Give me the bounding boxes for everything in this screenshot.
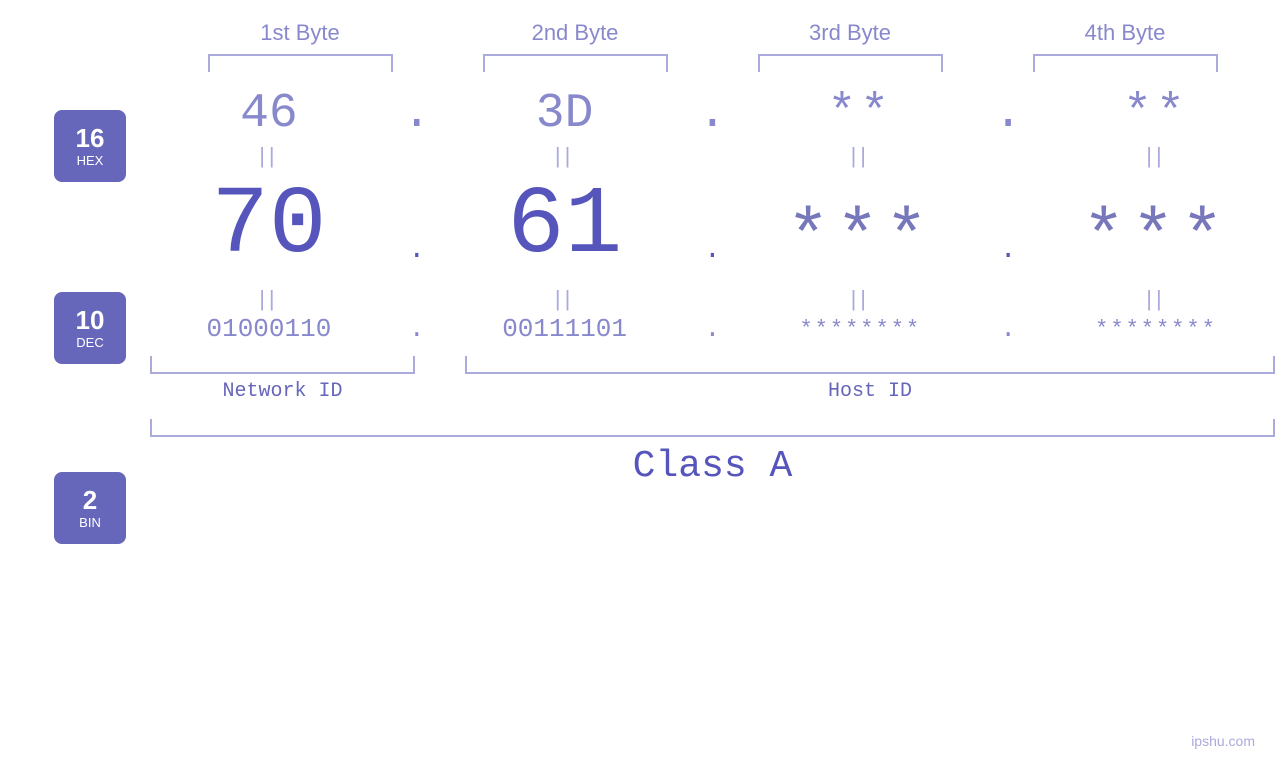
top-brackets — [163, 54, 1263, 72]
dec-b2: 61 — [455, 171, 675, 280]
dec-b3: *** — [750, 198, 970, 280]
dec-dot1: . — [397, 235, 437, 280]
class-label-row: Class A — [150, 445, 1275, 488]
hex-badge-label: HEX — [77, 153, 104, 168]
bin-b4: ******** — [1046, 317, 1266, 342]
hex-dot1: . — [397, 87, 437, 141]
hex-row: 46 . 3D . ** . ** — [140, 87, 1285, 141]
hex-b2: 3D — [455, 87, 675, 141]
bin-badge: 2 BIN — [54, 472, 126, 544]
bottom-bracket-area: Network ID Host ID — [140, 356, 1285, 403]
main-area: 16 HEX 10 DEC 2 BIN 46 . — [0, 82, 1285, 544]
equals-row-1: || || || || — [140, 141, 1285, 171]
eq2-b1: || — [159, 286, 379, 312]
dec-dot2: . — [692, 235, 732, 280]
main-container: 1st Byte 2nd Byte 3rd Byte 4th Byte 16 H… — [0, 0, 1285, 767]
network-bracket — [150, 356, 415, 374]
class-label: Class A — [633, 445, 793, 488]
eq2-b3: || — [750, 286, 970, 312]
id-labels-row: Network ID Host ID — [140, 380, 1285, 403]
eq2-b2: || — [455, 286, 675, 312]
hex-dot3: . — [988, 87, 1028, 141]
bin-b1: 01000110 — [159, 314, 379, 344]
class-bracket — [150, 419, 1275, 437]
bracket-top-b4 — [1033, 54, 1218, 72]
host-id-label: Host ID — [465, 380, 1275, 403]
bottom-brackets-row — [140, 356, 1285, 374]
byte-headers: 1st Byte 2nd Byte 3rd Byte 4th Byte — [163, 20, 1263, 46]
bin-dot1: . — [397, 314, 437, 344]
bin-badge-label: BIN — [79, 515, 101, 530]
byte1-label: 1st Byte — [190, 20, 410, 46]
hex-b1: 46 — [159, 87, 379, 141]
byte3-label: 3rd Byte — [740, 20, 960, 46]
eq1-b1: || — [159, 143, 379, 169]
byte2-label: 2nd Byte — [465, 20, 685, 46]
eq1-b4: || — [1046, 143, 1266, 169]
hex-b3: ** — [750, 87, 970, 141]
class-section: Class A — [140, 419, 1285, 488]
hex-badge-number: 16 — [76, 124, 105, 153]
bracket-top-b1 — [208, 54, 393, 72]
bracket-top-b3 — [758, 54, 943, 72]
bin-b2: 00111101 — [455, 314, 675, 344]
dec-badge: 10 DEC — [54, 292, 126, 364]
dec-dot3: . — [988, 235, 1028, 280]
eq1-b2: || — [455, 143, 675, 169]
hex-badge: 16 HEX — [54, 110, 126, 182]
hex-dot2: . — [692, 87, 732, 141]
badges-column: 16 HEX 10 DEC 2 BIN — [0, 82, 140, 544]
dec-b1: 70 — [159, 171, 379, 280]
bin-badge-number: 2 — [83, 486, 97, 515]
bin-b3: ******** — [750, 317, 970, 342]
bracket-top-b2 — [483, 54, 668, 72]
hex-b4: ** — [1046, 87, 1266, 141]
eq1-b3: || — [750, 143, 970, 169]
dec-row: 70 . 61 . *** . *** — [140, 171, 1285, 284]
dec-badge-number: 10 — [76, 306, 105, 335]
byte4-label: 4th Byte — [1015, 20, 1235, 46]
watermark: ipshu.com — [1191, 733, 1255, 749]
eq2-b4: || — [1046, 286, 1266, 312]
values-grid: 46 . 3D . ** . ** — [140, 82, 1285, 488]
bin-dot3: . — [988, 314, 1028, 344]
dec-b4: *** — [1046, 198, 1266, 280]
network-id-label: Network ID — [150, 380, 415, 403]
host-bracket — [465, 356, 1275, 374]
bin-dot2: . — [692, 314, 732, 344]
dec-badge-label: DEC — [76, 335, 103, 350]
bin-row: 01000110 . 00111101 . ******** . — [140, 314, 1285, 344]
equals-row-2: || || || || — [140, 284, 1285, 314]
